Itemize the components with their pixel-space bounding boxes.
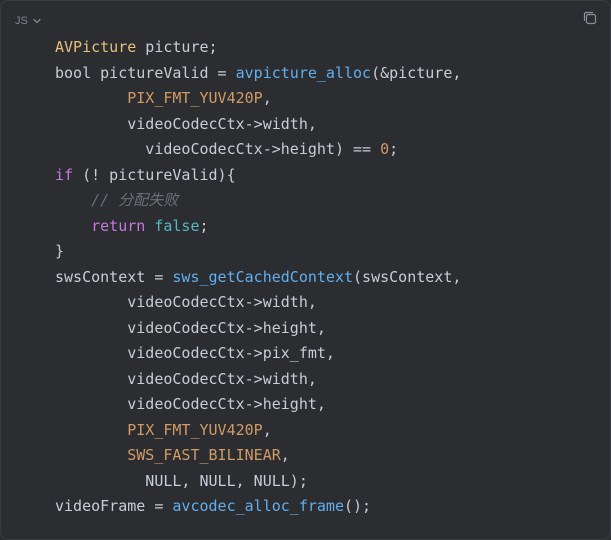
copy-button[interactable] [582, 10, 598, 26]
code-text: bool pictureValid = [55, 63, 236, 82]
code-text: (); [344, 497, 372, 515]
code-text: (swsContext, [353, 267, 462, 286]
code-text: , [280, 446, 290, 464]
code-text: (&picture, [371, 63, 462, 82]
code-line: PIX_FMT_YUV420P, [55, 418, 461, 444]
number-token: 0 [380, 140, 390, 158]
code-line: videoCodecCtx->height, [55, 316, 461, 342]
code-text: videoCodecCtx->width, [55, 369, 317, 388]
code-text: ; [389, 140, 399, 158]
keyword-token: if [55, 165, 74, 184]
code-line: videoCodecCtx->width, [55, 290, 461, 316]
boolean-token: false [154, 216, 200, 235]
code-line: videoCodecCtx->width, [55, 367, 461, 393]
code-line: } [55, 239, 461, 265]
constant-token: SWS_FAST_BILINEAR [127, 446, 281, 464]
code-line: SWS_FAST_BILINEAR, [55, 443, 461, 469]
function-token: sws_getCachedContext [172, 267, 354, 286]
code-line: if (! pictureValid){ [55, 163, 461, 189]
code-text: videoCodecCtx->height, [55, 395, 326, 413]
code-line: videoCodecCtx->height, [55, 392, 461, 418]
constant-token: PIX_FMT_YUV420P [127, 420, 263, 439]
code-text: videoFrame = [55, 497, 173, 515]
code-text: swsContext = [55, 267, 173, 286]
keyword-token: return [91, 216, 146, 235]
code-line: videoCodecCtx->pix_fmt, [55, 341, 461, 367]
code-line: return false; [55, 214, 461, 240]
code-text: ; [199, 216, 209, 235]
code-text: videoCodecCtx->width, [55, 114, 317, 133]
code-line: PIX_FMT_YUV420P, [55, 86, 461, 112]
code-text: videoCodecCtx->pix_fmt, [55, 344, 335, 362]
code-line: videoFrame = avcodec_alloc_frame(); [55, 494, 461, 520]
code-text: , [262, 89, 272, 107]
language-label: JS [15, 15, 28, 27]
code-text: videoCodecCtx->height, [55, 318, 326, 337]
code-text: (! pictureValid){ [73, 165, 236, 184]
code-text: picture; [136, 38, 218, 56]
function-token: avcodec_alloc_frame [172, 497, 344, 515]
code-line: AVPicture picture; [55, 35, 461, 61]
code-line: NULL, NULL, NULL); [55, 469, 461, 495]
code-text: videoCodecCtx->width, [55, 293, 317, 311]
function-token: avpicture_alloc [235, 63, 372, 82]
code-text: NULL, NULL, NULL); [55, 471, 308, 490]
code-line: // 分配失败 [55, 188, 461, 214]
code-text: videoCodecCtx->height) == [55, 140, 381, 158]
code-block: JS AVPicture picture; bool pictureValid =… [0, 0, 611, 540]
code-line: bool pictureValid = avpicture_alloc(&pic… [55, 61, 461, 87]
language-selector[interactable]: JS [15, 13, 42, 29]
comment-token: // 分配失败 [91, 191, 179, 209]
code-text: , [262, 420, 272, 439]
code-text: } [55, 242, 65, 260]
code-line: videoCodecCtx->height) == 0; [55, 137, 461, 163]
copy-icon [583, 11, 597, 25]
code-line: swsContext = sws_getCachedContext(swsCon… [55, 265, 461, 291]
code-line: videoCodecCtx->width, [55, 112, 461, 138]
code-content: AVPicture picture; bool pictureValid = av… [55, 35, 461, 520]
chevron-down-icon [33, 18, 41, 24]
constant-token: PIX_FMT_YUV420P [127, 89, 263, 107]
type-token: AVPicture [55, 38, 137, 56]
